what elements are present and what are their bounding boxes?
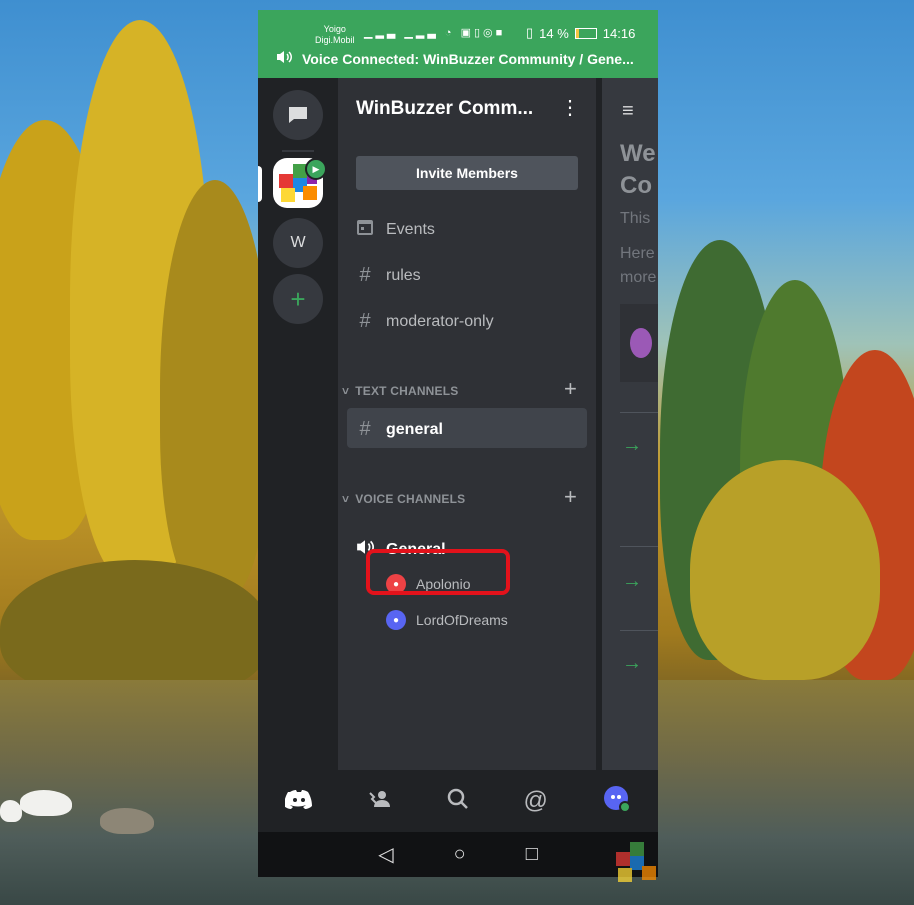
hashtag-icon: # [359, 264, 371, 286]
channel-label: rules [386, 266, 421, 284]
invite-members-button[interactable]: Invite Members [356, 156, 578, 190]
android-nav-keys: ◁ ○ □ [258, 832, 658, 877]
channel-list: WinBuzzer Comm... ⋮ Invite Members Event… [338, 78, 596, 770]
more-options-icon[interactable]: ⋮ [560, 98, 580, 118]
voice-connected-text: Voice Connected: WinBuzzer Community / G… [302, 50, 634, 67]
chat-panel-peek: ≡ We Co This Here more → → → [596, 78, 658, 770]
welcome-desc: Here more [620, 242, 656, 290]
home-circle-icon[interactable]: ○ [454, 843, 466, 866]
category-label: VOICE CHANNELS [355, 492, 466, 506]
arrow-right-icon: → [622, 652, 642, 674]
welcome-line-1: We [620, 140, 656, 167]
home-icon[interactable] [284, 789, 313, 814]
channel-rules[interactable]: # rules [356, 264, 421, 287]
recents-square-icon[interactable]: □ [526, 843, 538, 866]
tree [160, 180, 270, 600]
notification-icons: ▣▯◎■ [460, 27, 506, 39]
battery-icon [574, 27, 597, 39]
red-highlight-box [366, 549, 510, 595]
status-right: ▯ 14 % 14:16 [526, 25, 635, 41]
friends-icon[interactable] [368, 789, 392, 814]
channel-moderator-only[interactable]: # moderator-only [356, 310, 494, 333]
add-server-button[interactable]: + [273, 274, 323, 324]
wifi-icon: ◔ [444, 27, 455, 39]
text-channels-category[interactable]: ˅ TEXT CHANNELS [342, 384, 459, 398]
server-rail: ▶ W + [258, 78, 338, 770]
channel-events[interactable]: Events [356, 218, 435, 242]
arrow-right-icon: → [622, 570, 642, 592]
shrub [0, 560, 270, 700]
hamburger-menu-icon[interactable]: ≡ [622, 100, 634, 123]
card [620, 304, 658, 382]
status-bar: Yoigo Digi.Mobil ▁▂▃ ▁▂▃ ◔ ▣▯◎■ ▯ 14 % 1… [258, 10, 658, 78]
server-name[interactable]: WinBuzzer Comm... [356, 98, 533, 120]
bottom-nav: @ [258, 770, 658, 832]
goose [100, 808, 154, 834]
voice-user-lordofdreams[interactable]: ● LordOfDreams [386, 610, 508, 630]
speaker-icon [276, 50, 292, 67]
voice-channels-category[interactable]: ˅ VOICE CHANNELS [342, 492, 465, 506]
server-w-button[interactable]: W [273, 218, 323, 268]
welcome-text: This [620, 210, 651, 227]
voice-connected-bar[interactable]: Voice Connected: WinBuzzer Community / G… [276, 50, 634, 67]
search-icon[interactable] [447, 788, 469, 815]
hashtag-icon: # [359, 418, 371, 440]
desc-line-2: more [620, 269, 657, 286]
carrier-label: Yoigo Digi.Mobil [315, 24, 355, 46]
calendar-icon [356, 218, 374, 242]
chat-bubble-icon [289, 107, 307, 123]
arrow-right-icon: → [622, 434, 642, 456]
chevron-down-icon: ˅ [342, 384, 350, 398]
back-icon[interactable]: ◁ [378, 842, 393, 867]
discord-avatar-icon: ● [386, 610, 406, 630]
signal-bars: ▁▂▃ ▁▂▃ [364, 27, 439, 39]
channel-label: general [386, 420, 443, 438]
channel-label: moderator-only [386, 312, 494, 330]
goose [20, 790, 72, 816]
channel-label: Events [386, 221, 435, 238]
mentions-icon[interactable]: @ [524, 787, 548, 815]
direct-messages-button[interactable] [273, 90, 323, 140]
chevron-down-icon: ˅ [342, 492, 350, 506]
clock: 14:16 [602, 25, 636, 41]
battery-percent: 14 % [539, 25, 569, 41]
plus-icon: + [290, 283, 306, 314]
profile-icon[interactable] [603, 785, 631, 818]
panel-divider [596, 78, 602, 770]
voice-active-badge-icon: ▶ [305, 158, 327, 180]
user-name: LordOfDreams [416, 612, 508, 628]
server-w-label: W [290, 234, 306, 251]
vibrate-icon: ▯ [526, 25, 534, 40]
locked-hashtag-icon: # [359, 310, 371, 332]
category-label: TEXT CHANNELS [355, 384, 459, 398]
welcome-heading: We Co [620, 138, 656, 202]
add-text-channel-icon[interactable]: + [564, 376, 577, 402]
signal-icon: ▁▂▃ ▁▂▃ ◔ ▣▯◎■ [364, 26, 505, 39]
carrier-2: Digi.Mobil [315, 35, 355, 45]
rail-divider [282, 150, 314, 152]
carrier-1: Yoigo [323, 24, 346, 34]
desc-line-1: Here [620, 245, 655, 262]
selected-server-indicator [258, 166, 262, 202]
phone-screen: Yoigo Digi.Mobil ▁▂▃ ▁▂▃ ◔ ▣▯◎■ ▯ 14 % 1… [258, 10, 658, 877]
watermark-logo [616, 842, 676, 892]
tree [690, 460, 880, 680]
welcome-line-2: Co [620, 172, 652, 199]
channel-general[interactable]: # general [356, 418, 443, 441]
add-voice-channel-icon[interactable]: + [564, 484, 577, 510]
goose [0, 800, 22, 822]
